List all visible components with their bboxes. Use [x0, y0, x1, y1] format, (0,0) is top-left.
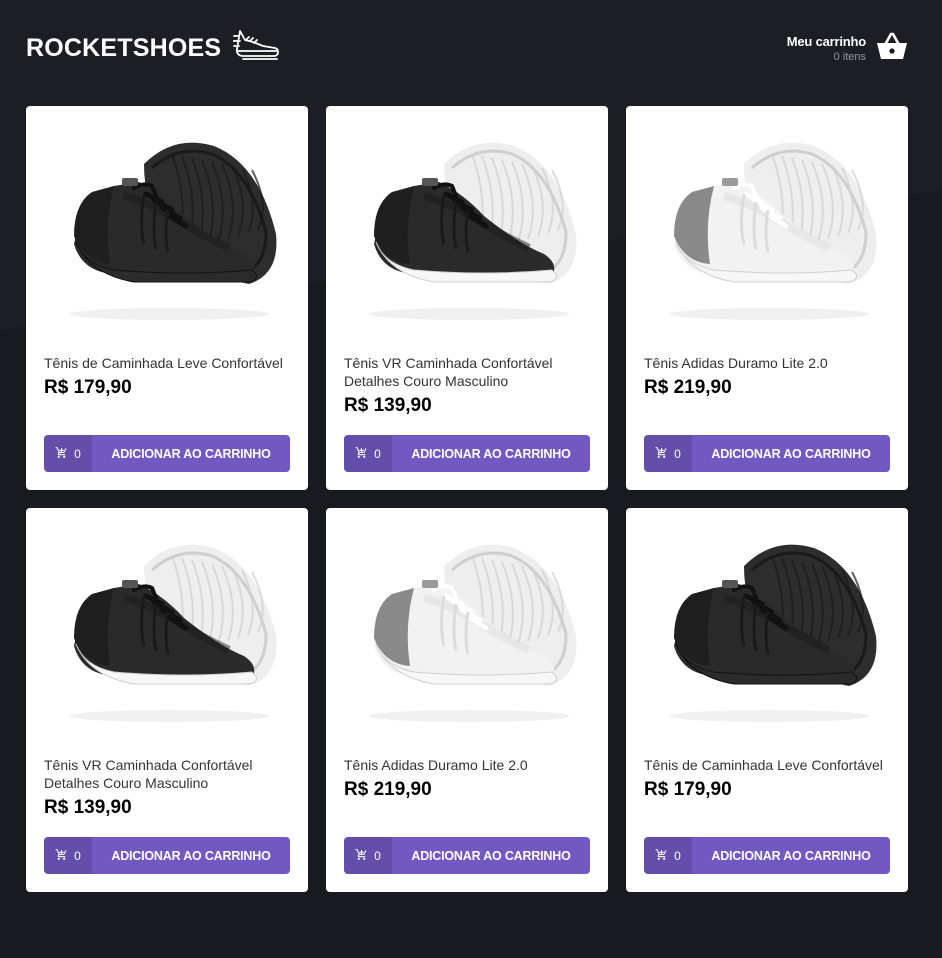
- cart-amount: 0: [44, 435, 92, 472]
- product-info: Tênis Adidas Duramo Lite 2.0 R$ 219,90: [344, 756, 594, 801]
- product-image: [669, 544, 877, 722]
- add-to-cart-button[interactable]: 0 ADICIONAR AO CARRINHO: [44, 435, 290, 472]
- product-info: Tênis de Caminhada Leve Confortável R$ 1…: [44, 354, 294, 399]
- product-card: Tênis VR Caminhada Confortável Detalhes …: [26, 508, 308, 892]
- product-image: [369, 544, 577, 722]
- cart-amount: 0: [644, 435, 692, 472]
- shopping-basket-icon: [876, 32, 908, 65]
- cart-amount-value: 0: [374, 446, 381, 461]
- product-price: R$ 219,90: [344, 779, 432, 800]
- cart-amount-value: 0: [74, 446, 81, 461]
- product-title: Tênis VR Caminhada Confortável Detalhes …: [344, 355, 553, 389]
- product-title: Tênis VR Caminhada Confortável Detalhes …: [44, 757, 253, 791]
- product-list: Tênis de Caminhada Leve Confortável R$ 1…: [26, 106, 908, 892]
- product-price: R$ 219,90: [644, 377, 732, 398]
- add-to-cart-label: ADICIONAR AO CARRINHO: [111, 446, 271, 461]
- add-shopping-cart-icon: [355, 848, 368, 864]
- cart-amount: 0: [344, 837, 392, 874]
- product-title: Tênis Adidas Duramo Lite 2.0: [644, 355, 828, 371]
- product-card: Tênis de Caminhada Leve Confortável R$ 1…: [626, 508, 908, 892]
- product-image: [669, 142, 877, 320]
- cart-link[interactable]: Meu carrinho 0 itens: [787, 32, 908, 65]
- cart-amount: 0: [44, 837, 92, 874]
- product-price: R$ 139,90: [44, 797, 132, 818]
- product-card: Tênis de Caminhada Leve Confortável R$ 1…: [26, 106, 308, 490]
- logo-text: ROCKETSHOES: [26, 33, 222, 62]
- add-to-cart-label: ADICIONAR AO CARRINHO: [111, 848, 271, 863]
- cart-amount: 0: [644, 837, 692, 874]
- product-card: Tênis Adidas Duramo Lite 2.0 R$ 219,90 0…: [626, 106, 908, 490]
- cart-info: Meu carrinho 0 itens: [787, 34, 866, 63]
- product-card: Tênis Adidas Duramo Lite 2.0 R$ 219,90 0…: [326, 508, 608, 892]
- add-to-cart-button[interactable]: 0 ADICIONAR AO CARRINHO: [44, 837, 290, 874]
- product-price: R$ 179,90: [44, 377, 132, 398]
- cart-amount-value: 0: [674, 848, 681, 863]
- add-to-cart-label: ADICIONAR AO CARRINHO: [411, 848, 571, 863]
- add-to-cart-label: ADICIONAR AO CARRINHO: [711, 446, 871, 461]
- product-image: [369, 142, 577, 320]
- cart-amount-value: 0: [674, 446, 681, 461]
- site-header: ROCKETSHOES Meu carrinho 0 itens: [26, 22, 908, 74]
- product-image: [69, 142, 277, 320]
- product-title: Tênis Adidas Duramo Lite 2.0: [344, 757, 528, 773]
- cart-title: Meu carrinho: [786, 33, 866, 49]
- product-info: Tênis de Caminhada Leve Confortável R$ 1…: [644, 756, 894, 801]
- add-to-cart-label: ADICIONAR AO CARRINHO: [411, 446, 571, 461]
- product-info: Tênis VR Caminhada Confortável Detalhes …: [44, 756, 294, 819]
- product-title: Tênis de Caminhada Leve Confortável: [44, 355, 283, 371]
- add-to-cart-button[interactable]: 0 ADICIONAR AO CARRINHO: [344, 435, 590, 472]
- add-to-cart-button[interactable]: 0 ADICIONAR AO CARRINHO: [644, 837, 890, 874]
- add-to-cart-button[interactable]: 0 ADICIONAR AO CARRINHO: [644, 435, 890, 472]
- add-shopping-cart-icon: [655, 446, 668, 462]
- cart-amount: 0: [344, 435, 392, 472]
- product-info: Tênis VR Caminhada Confortável Detalhes …: [344, 354, 594, 417]
- shoe-logo-icon: [232, 28, 281, 69]
- cart-item-count: 0 itens: [833, 50, 866, 63]
- product-image: [69, 544, 277, 722]
- add-shopping-cart-icon: [55, 446, 68, 462]
- cart-amount-value: 0: [374, 848, 381, 863]
- add-shopping-cart-icon: [355, 446, 368, 462]
- product-info: Tênis Adidas Duramo Lite 2.0 R$ 219,90: [644, 354, 894, 399]
- add-shopping-cart-icon: [655, 848, 668, 864]
- product-title: Tênis de Caminhada Leve Confortável: [644, 757, 883, 773]
- add-to-cart-label: ADICIONAR AO CARRINHO: [711, 848, 871, 863]
- cart-amount-value: 0: [74, 848, 81, 863]
- add-shopping-cart-icon: [55, 848, 68, 864]
- add-to-cart-button[interactable]: 0 ADICIONAR AO CARRINHO: [344, 837, 590, 874]
- product-card: Tênis VR Caminhada Confortável Detalhes …: [326, 106, 608, 490]
- product-price: R$ 139,90: [344, 395, 432, 416]
- product-price: R$ 179,90: [644, 779, 732, 800]
- logo-link[interactable]: ROCKETSHOES: [26, 28, 281, 69]
